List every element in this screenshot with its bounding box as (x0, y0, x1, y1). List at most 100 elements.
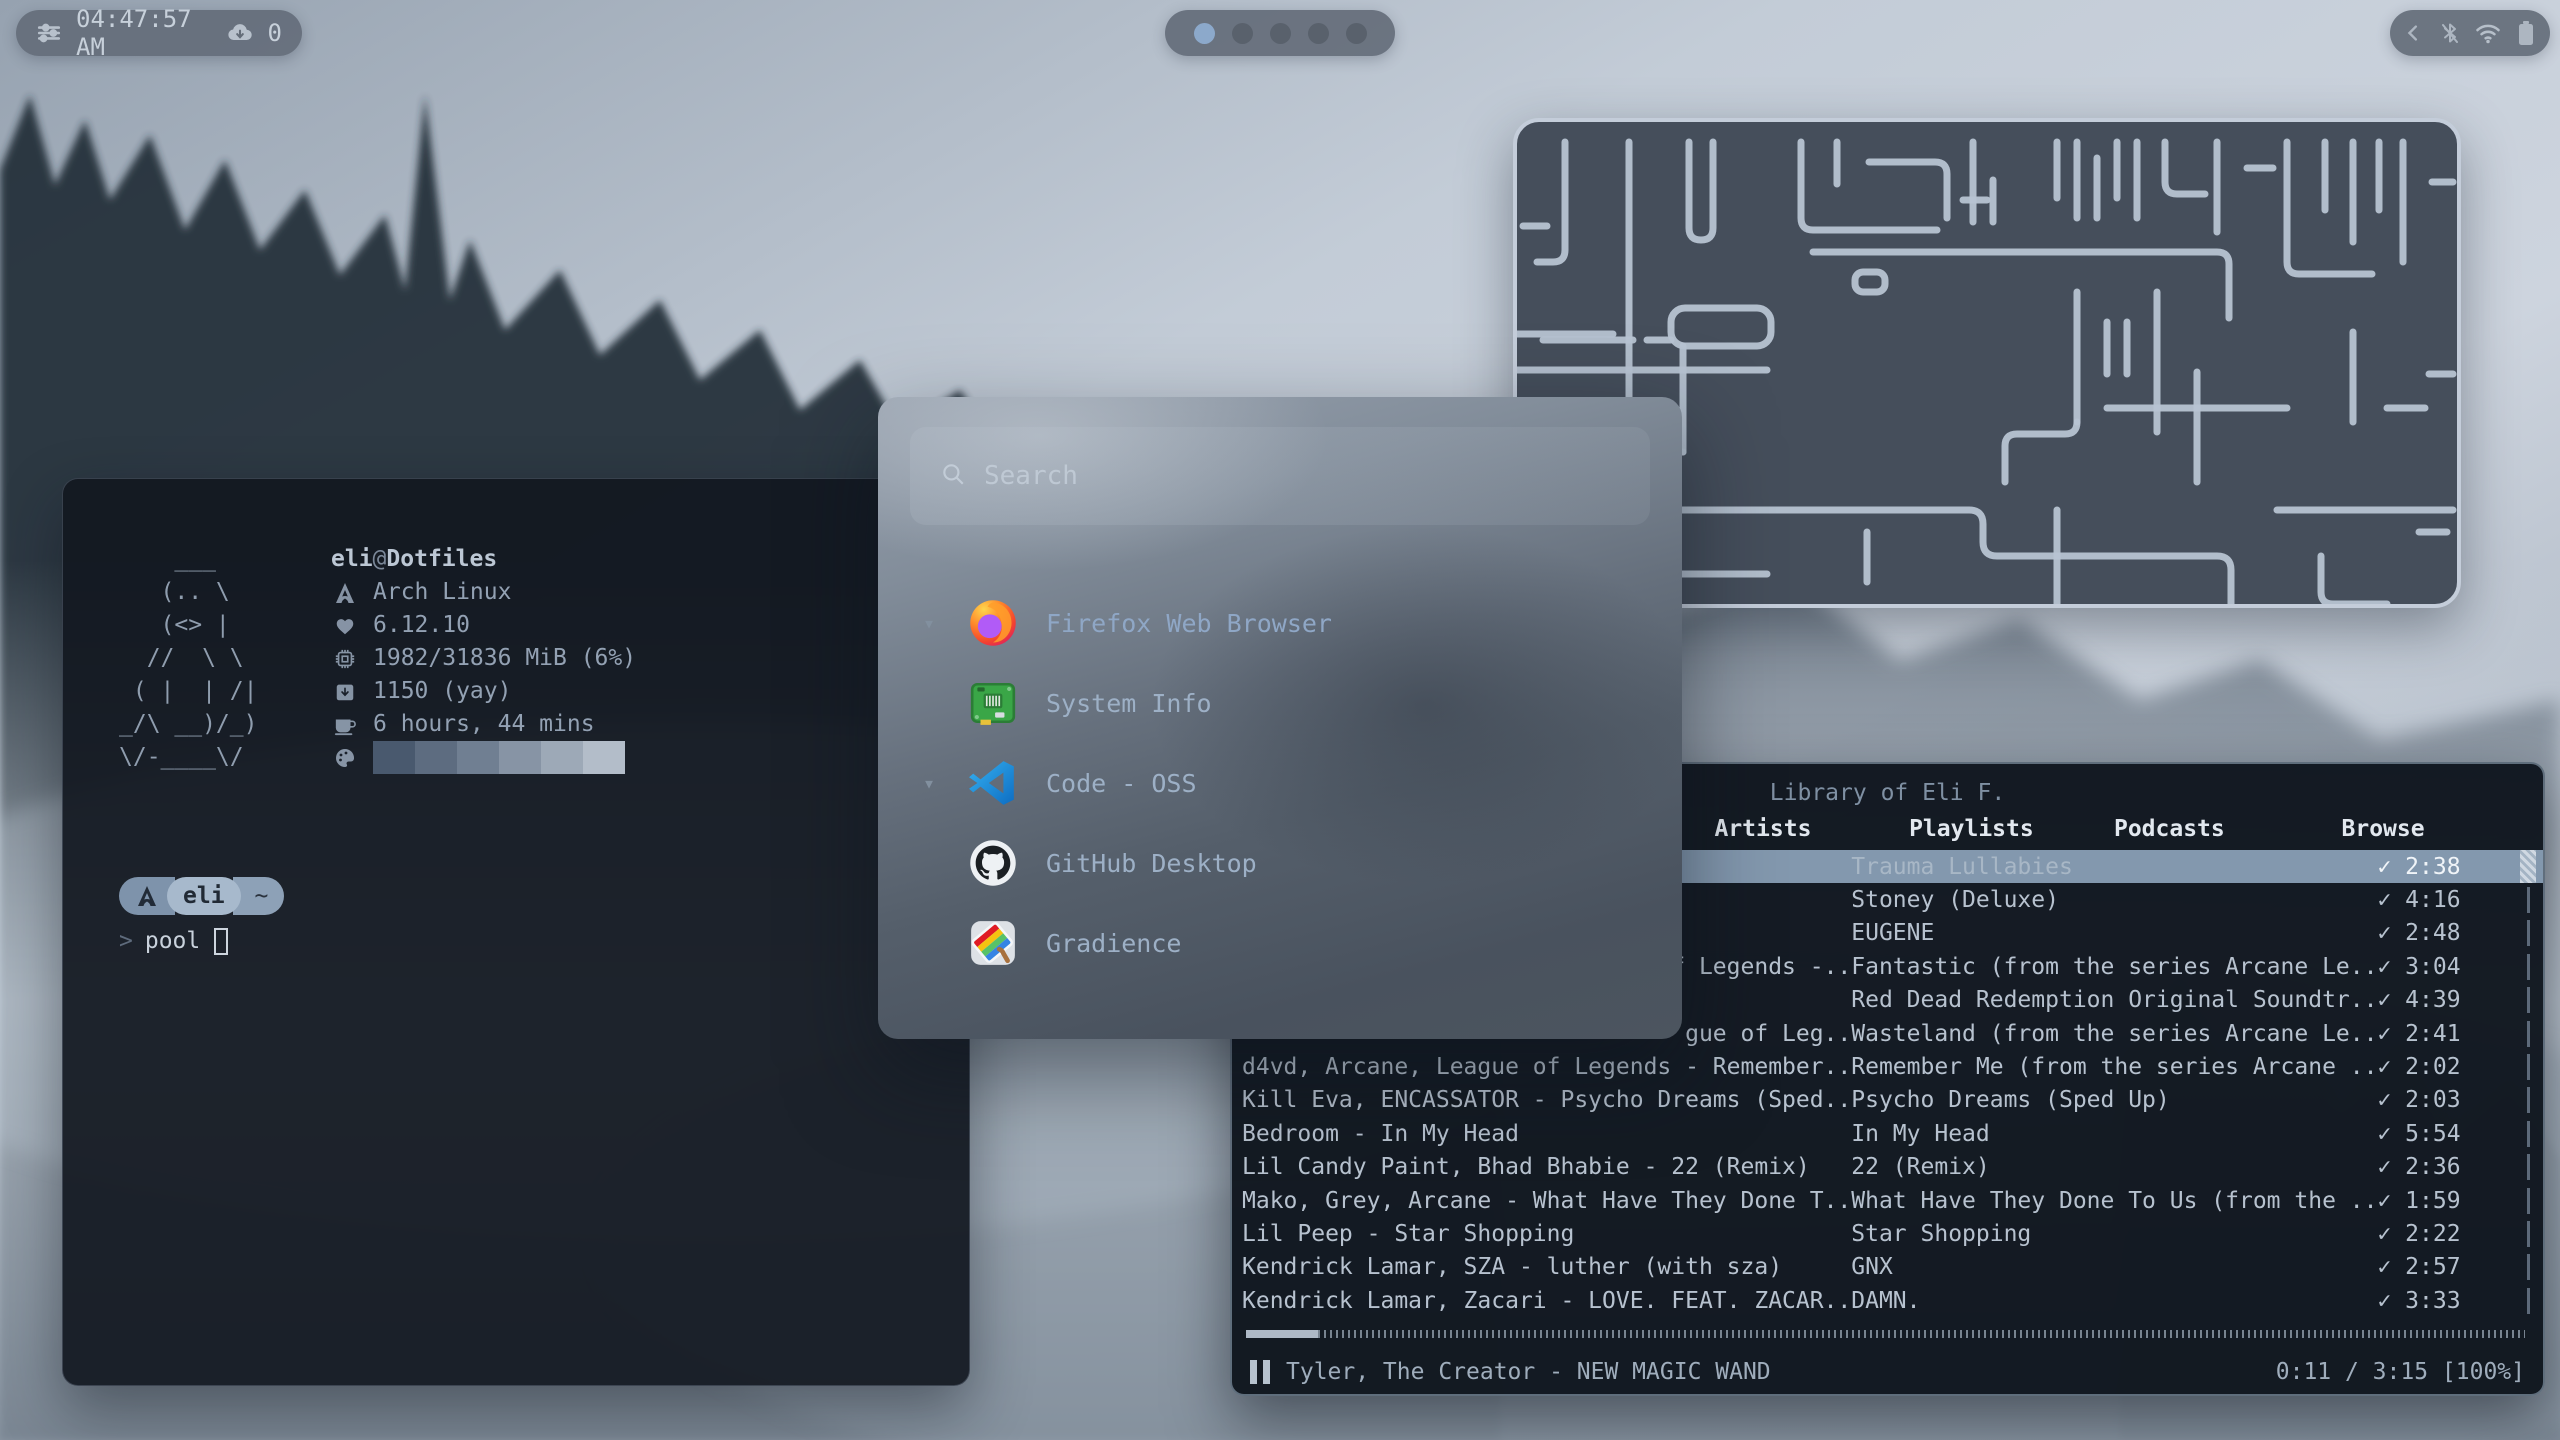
system-tray[interactable] (2390, 10, 2550, 56)
github-icon (966, 836, 1020, 890)
scrollbar-segment[interactable] (2513, 1151, 2543, 1184)
chevron-down-icon[interactable]: ▾ (918, 771, 940, 795)
scrollbar-segment[interactable] (2513, 917, 2543, 950)
scrollbar-segment[interactable] (2513, 1251, 2543, 1284)
track-row[interactable]: Kill Eva, ENCASSATOR - Psycho Dreams (Sp… (1232, 1084, 2543, 1117)
track-artist: d4vd, Arcane, League of Legends - Rememb… (1242, 1054, 1851, 1080)
terminal-color-palette (373, 741, 625, 774)
prompt-user: eli (167, 877, 241, 915)
now-playing-bar: Tyler, The Creator - NEW MAGIC WAND 0:11… (1250, 1352, 2525, 1392)
seek-track (1246, 1330, 2525, 1338)
sliders-icon (36, 20, 62, 46)
track-row[interactable]: Kendrick Lamar, Zacari - LOVE. FEAT. ZAC… (1232, 1284, 2543, 1317)
command-input[interactable]: > pool (119, 925, 228, 958)
launcher-item-code-oss[interactable]: ▾ Code - OSS (918, 745, 1642, 821)
wifi-icon[interactable] (2474, 19, 2502, 47)
status-widget-clock[interactable]: 04:47:57 AM 0 (16, 10, 302, 56)
track-title: Remember Me (from the series Arcane .. (1851, 1054, 2377, 1080)
scrollbar-segment[interactable] (2513, 1084, 2543, 1117)
track-artist: Mako, Grey, Arcane - What Have They Done… (1242, 1188, 1851, 1214)
track-time: ✓ 2:38 (2377, 854, 2460, 880)
launcher-item-github-desktop[interactable]: GitHub Desktop (918, 825, 1642, 901)
updates-count: 0 (268, 19, 282, 47)
track-time: ✓ 4:39 (2377, 987, 2460, 1013)
desktop: { "colors":{ "accent":"#8ca9cb","sel":"#… (0, 0, 2560, 1440)
track-row[interactable]: Lil Candy Paint, Bhad Bhabie - 22 (Remix… (1232, 1151, 2543, 1184)
terminal-window: ___ (.. \ (<> | // \ \ ( | | /| _/\ __)/… (62, 478, 970, 1386)
arch-icon (331, 581, 359, 605)
track-time: ✓ 4:16 (2377, 887, 2460, 913)
track-title: Fantastic (from the series Arcane Le.. (1851, 954, 2377, 980)
track-artist: Lil Peep - Star Shopping (1242, 1221, 1851, 1247)
app-launcher: ▾ Firefox Web Browser (878, 397, 1682, 1039)
track-title: 22 (Remix) (1851, 1154, 2377, 1180)
scrollbar-segment[interactable] (2513, 950, 2543, 983)
shell-prompt: eli ~ (119, 877, 284, 915)
playback-time: 0:11 / 3:15 [100%] (2276, 1359, 2525, 1385)
memory-label: 1982/31836 MiB (6%) (373, 642, 636, 675)
packages-icon (331, 681, 359, 703)
scrollbar-segment[interactable] (2513, 1017, 2543, 1050)
track-time: ✓ 2:36 (2377, 1154, 2460, 1180)
track-artist: Kill Eva, ENCASSATOR - Psycho Dreams (Sp… (1242, 1087, 1851, 1113)
search-input[interactable] (984, 461, 1620, 491)
tab-playlists[interactable]: Playlists (1909, 816, 2034, 842)
launcher-item-firefox[interactable]: ▾ Firefox Web Browser (918, 585, 1642, 661)
track-title: Psycho Dreams (Sped Up) (1851, 1087, 2377, 1113)
track-title: Wasteland (from the series Arcane Le.. (1851, 1021, 2377, 1047)
scrollbar-segment[interactable] (2513, 1284, 2543, 1317)
track-time: ✓ 2:03 (2377, 1087, 2460, 1113)
clock-label: 04:47:57 AM (76, 5, 212, 61)
track-row[interactable]: Bedroom - In My Head In My Head ✓ 5:54 (1232, 1117, 2543, 1150)
seek-bar[interactable] (1246, 1330, 2525, 1338)
battery-icon[interactable] (2515, 20, 2537, 46)
tab-browse[interactable]: Browse (2342, 816, 2425, 842)
chevron-left-icon[interactable] (2403, 22, 2425, 44)
scrollbar-segment[interactable] (2513, 1184, 2543, 1217)
track-row[interactable]: d4vd, Arcane, League of Legends - Rememb… (1232, 1050, 2543, 1083)
prompt-chevron: > (119, 925, 133, 958)
launcher-item-system-info[interactable]: System Info (918, 665, 1642, 741)
track-time: ✓ 2:41 (2377, 1021, 2460, 1047)
fastfetch-info: eli@Dotfiles Arch Linux 6.12.10 1982/318… (331, 543, 636, 774)
workspace-dot-5[interactable] (1346, 23, 1367, 44)
gradience-icon (966, 916, 1020, 970)
track-time: ✓ 5:54 (2377, 1121, 2460, 1147)
scrollbar-segment[interactable] (2513, 1117, 2543, 1150)
scrollbar-segment[interactable] (2513, 883, 2543, 916)
scrollbar-segment[interactable] (2513, 1217, 2543, 1250)
search-bar[interactable] (910, 427, 1650, 525)
code-oss-icon (966, 756, 1020, 810)
scrollbar-segment[interactable] (2513, 850, 2543, 883)
bluetooth-off-icon[interactable] (2438, 21, 2462, 45)
track-artist: Kendrick Lamar, SZA - luther (with sza) (1242, 1254, 1851, 1280)
tab-podcasts[interactable]: Podcasts (2114, 816, 2225, 842)
track-artist: Lil Candy Paint, Bhad Bhabie - 22 (Remix… (1242, 1154, 1851, 1180)
uptime-label: 6 hours, 44 mins (373, 708, 595, 741)
track-title: DAMN. (1851, 1288, 2377, 1314)
chevron-down-icon[interactable]: ▾ (918, 611, 940, 635)
track-row[interactable]: Lil Peep - Star Shopping Star Shopping ✓… (1232, 1217, 2543, 1250)
memory-icon (331, 648, 359, 670)
launcher-item-label: Gradience (1046, 929, 1181, 958)
track-title: GNX (1851, 1254, 2377, 1280)
workspace-dot-3[interactable] (1270, 23, 1291, 44)
workspace-dot-2[interactable] (1232, 23, 1253, 44)
tab-artists[interactable]: Artists (1714, 816, 1811, 842)
workspace-dot-4[interactable] (1308, 23, 1329, 44)
track-time: ✓ 2:02 (2377, 1054, 2460, 1080)
pause-icon[interactable] (1250, 1360, 1270, 1384)
scrollbar-segment[interactable] (2513, 984, 2543, 1017)
typed-command: pool (145, 925, 200, 958)
track-time: ✓ 2:22 (2377, 1221, 2460, 1247)
system-info-icon (966, 676, 1020, 730)
track-row[interactable]: Mako, Grey, Arcane - What Have They Done… (1232, 1184, 2543, 1217)
scrollbar-segment[interactable] (2513, 1050, 2543, 1083)
now-playing-label: Tyler, The Creator - NEW MAGIC WAND (1286, 1359, 1771, 1385)
track-time: ✓ 2:48 (2377, 920, 2460, 946)
workspace-dot-1[interactable] (1194, 23, 1215, 44)
text-cursor (214, 928, 228, 955)
track-row[interactable]: Kendrick Lamar, SZA - luther (with sza) … (1232, 1251, 2543, 1284)
launcher-item-gradience[interactable]: Gradience (918, 905, 1642, 981)
track-artist: Kendrick Lamar, Zacari - LOVE. FEAT. ZAC… (1242, 1288, 1851, 1314)
